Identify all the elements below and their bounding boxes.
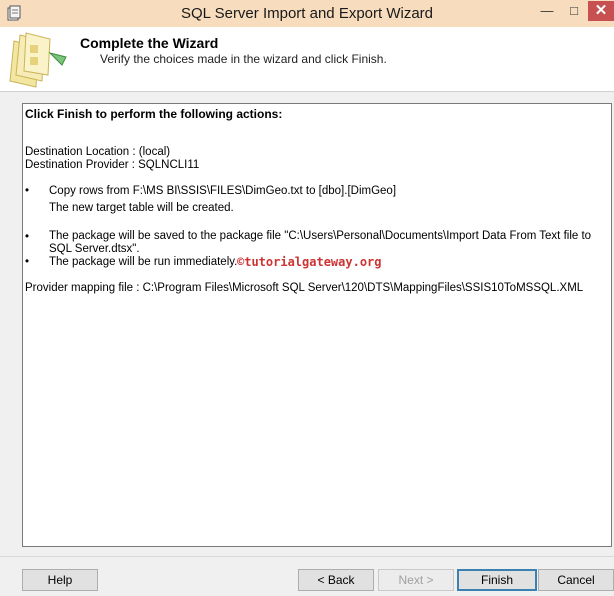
provider-mapping-file: Provider mapping file : C:\Program Files… bbox=[25, 282, 584, 294]
watermark: ©tutorialgateway.org bbox=[237, 255, 382, 269]
page-title: Complete the Wizard bbox=[80, 35, 219, 51]
page-subtitle: Verify the choices made in the wizard an… bbox=[100, 52, 387, 66]
cancel-button[interactable]: Cancel bbox=[538, 569, 614, 591]
run-package-action: The package will be run immediately. bbox=[49, 256, 238, 268]
save-package-action: The package will be saved to the package… bbox=[49, 230, 592, 255]
wizard-pages-icon bbox=[9, 32, 67, 88]
footer-divider bbox=[0, 556, 614, 557]
destination-provider: Destination Provider : SQLNCLI11 bbox=[25, 159, 200, 171]
destination-location: Destination Location : (local) bbox=[25, 146, 171, 158]
window-title: SQL Server Import and Export Wizard bbox=[180, 5, 434, 22]
next-button[interactable]: Next > bbox=[378, 569, 454, 591]
wizard-header: Complete the Wizard Verify the choices m… bbox=[0, 27, 614, 92]
bullet-icon: • bbox=[25, 231, 30, 243]
maximize-button[interactable]: □ bbox=[562, 1, 586, 21]
close-button[interactable]: ✕ bbox=[588, 1, 614, 21]
title-bar[interactable]: SQL Server Import and Export Wizard — □ … bbox=[0, 0, 614, 27]
summary-textbox[interactable]: Click Finish to perform the following ac… bbox=[22, 103, 612, 547]
copy-rows-action: Copy rows from F:\MS BI\SSIS\FILES\DimGe… bbox=[49, 185, 397, 197]
summary-heading: Click Finish to perform the following ac… bbox=[25, 107, 283, 121]
bullet-icon: • bbox=[25, 185, 30, 197]
new-table-note: The new target table will be created. bbox=[49, 202, 234, 214]
finish-button[interactable]: Finish bbox=[457, 569, 537, 591]
help-button[interactable]: Help bbox=[22, 569, 98, 591]
back-button[interactable]: < Back bbox=[298, 569, 374, 591]
bullet-icon: • bbox=[25, 256, 30, 268]
minimize-button[interactable]: — bbox=[535, 1, 559, 21]
